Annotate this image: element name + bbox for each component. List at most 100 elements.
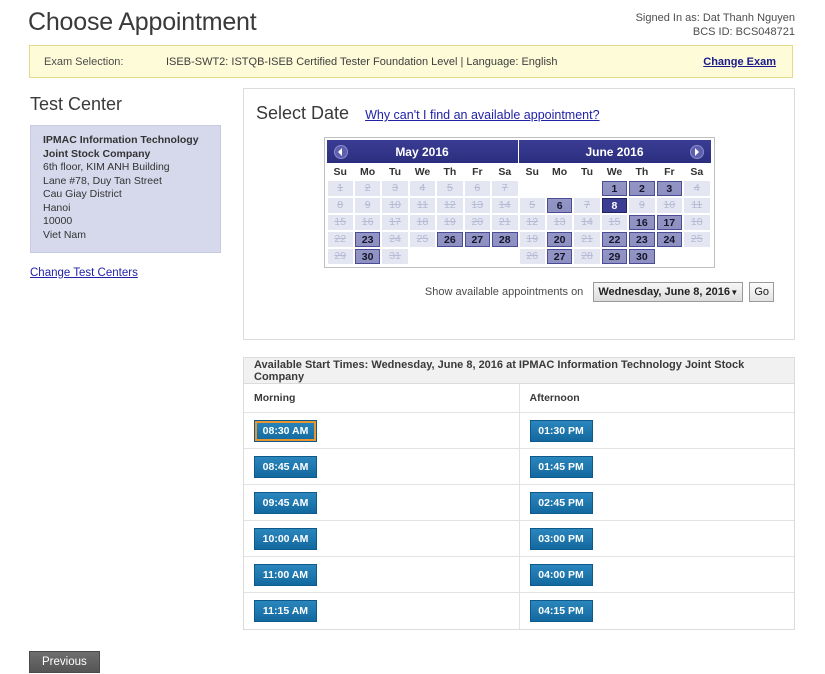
- weekday-we: We: [414, 165, 431, 178]
- calendar-day: 17: [382, 215, 408, 230]
- calendar-cell: 6: [464, 180, 491, 197]
- calendar-cell: [436, 248, 463, 265]
- calendar-cell: 2: [628, 180, 655, 197]
- calendar-day: 1: [327, 181, 353, 196]
- calendar-day[interactable]: 23: [354, 232, 381, 247]
- calendar-day[interactable]: 17: [656, 215, 683, 230]
- calendar-cell: [656, 248, 683, 265]
- weekday-tu: Tu: [581, 165, 594, 178]
- calendar-day[interactable]: 30: [629, 249, 655, 264]
- chevron-down-icon: ▼: [730, 287, 739, 297]
- page-title: Choose Appointment: [28, 8, 257, 36]
- calendar-day-selected[interactable]: 8: [601, 198, 628, 213]
- calendar-cell: 30: [354, 248, 381, 265]
- calendar-week-row: 5 6 7 8 9 10 11: [519, 197, 711, 214]
- calendar-cell: 20: [546, 231, 573, 248]
- time-slot-button[interactable]: 02:45 PM: [529, 491, 593, 514]
- calendar-cell: 17: [381, 214, 408, 231]
- available-times-table: Morning Afternoon 08:30 AM 01:30 PM 08:45 …: [244, 384, 794, 629]
- change-test-centers-link[interactable]: Change Test Centers: [30, 267, 138, 279]
- calendar-cell: 13: [464, 197, 491, 214]
- test-center-postcode: 10000: [43, 215, 73, 227]
- calendar-day-empty: [574, 181, 599, 196]
- calendar-cell: [409, 248, 436, 265]
- calendar-day: 14: [574, 215, 600, 230]
- calendar-cell: 26: [519, 248, 546, 265]
- calendar-day[interactable]: 22: [601, 232, 628, 247]
- time-slot-button[interactable]: 04:15 PM: [529, 599, 593, 622]
- calendar-day[interactable]: 1: [601, 181, 628, 196]
- calendar-day: 9: [354, 198, 381, 213]
- chevron-right-icon[interactable]: [689, 144, 704, 159]
- calendar-day[interactable]: 27: [546, 249, 573, 264]
- show-appointments-label: Show available appointments on: [424, 286, 584, 298]
- calendar-day[interactable]: 23: [629, 232, 655, 247]
- calendar-day[interactable]: 29: [601, 249, 628, 264]
- calendar-day[interactable]: 16: [629, 215, 655, 230]
- time-slot-button[interactable]: 01:30 PM: [529, 419, 593, 442]
- calendar-cell: 1: [327, 180, 354, 197]
- time-slot-button[interactable]: 01:45 PM: [529, 455, 593, 478]
- time-slot-button[interactable]: 04:00 PM: [529, 563, 593, 586]
- time-slot-button[interactable]: 11:00 AM: [254, 563, 317, 586]
- previous-button[interactable]: Previous: [29, 651, 100, 673]
- calendar-cell: 5: [519, 197, 546, 214]
- calendar-day[interactable]: 20: [546, 232, 573, 247]
- calendar-day[interactable]: 27: [464, 232, 491, 247]
- calendar-day: 4: [684, 181, 710, 196]
- calendar-day[interactable]: 24: [656, 232, 683, 247]
- calendar-cell: [546, 180, 573, 197]
- appointment-date-value: Wednesday, June 8, 2016: [598, 286, 730, 298]
- calendar-cell: 15: [601, 214, 628, 231]
- time-slot-button[interactable]: 03:00 PM: [529, 527, 593, 550]
- calendar-cell: 3: [656, 180, 683, 197]
- change-exam-link[interactable]: Change Exam: [703, 56, 776, 68]
- calendar-cell: 29: [601, 248, 628, 265]
- calendar-day: 10: [382, 198, 408, 213]
- calendar-day[interactable]: 30: [354, 249, 381, 264]
- calendar-cell: 17: [656, 214, 683, 231]
- calendar-day[interactable]: 3: [656, 181, 683, 196]
- appointment-date-select[interactable]: Wednesday, June 8, 2016 ▼: [593, 282, 744, 302]
- calendar-cell: 24: [381, 231, 408, 248]
- exam-selection-label: Exam Selection:: [44, 55, 124, 68]
- calendar-day-empty: [492, 249, 517, 264]
- why-no-appointment-link[interactable]: Why can't I find an available appointmen…: [365, 108, 599, 122]
- weekday-fr: Fr: [472, 165, 483, 178]
- go-button[interactable]: Go: [749, 282, 774, 302]
- calendar-cell: [519, 180, 546, 197]
- table-row: 09:45 AM 02:45 PM: [244, 484, 794, 521]
- calendar-day: 21: [492, 215, 518, 230]
- calendar-day[interactable]: 26: [437, 232, 463, 247]
- calendar-day[interactable]: 28: [492, 232, 518, 247]
- calendar-header-may: May 2016: [326, 140, 518, 163]
- calendar-week-row: 12 13 14 15 16 17 18: [519, 214, 711, 231]
- weekday-mo: Mo: [552, 165, 568, 178]
- test-center-city: Hanoi: [43, 201, 71, 214]
- test-center-panel: Test Center IPMAC Information Technology…: [30, 94, 226, 281]
- calendar-day: 3: [382, 181, 408, 196]
- calendar-day[interactable]: 6: [546, 198, 573, 213]
- time-slot-button[interactable]: 10:00 AM: [254, 527, 317, 550]
- calendar-cell: 21: [491, 214, 518, 231]
- calendar-week-row: 22 23 24 25 26 27 28: [327, 231, 519, 248]
- calendar-day: 5: [519, 198, 545, 213]
- time-slot-button[interactable]: 09:45 AM: [254, 491, 317, 514]
- calendar-cell: 29: [327, 248, 354, 265]
- time-slot-button[interactable]: 11:15 AM: [254, 599, 317, 622]
- calendar-cell: 9: [628, 197, 655, 214]
- calendar: May 2016 Su Mo Tu We Th Fr Sa 1 2 3 4 5 …: [323, 137, 715, 268]
- select-date-header: Select Date Why can't I find an availabl…: [244, 89, 794, 124]
- time-slot-button[interactable]: 08:30 AM: [254, 419, 317, 442]
- exam-selection-value: ISEB-SWT2: ISTQB-ISEB Certified Tester F…: [166, 55, 558, 68]
- column-header-afternoon: Afternoon: [519, 384, 794, 413]
- calendar-cell: 13: [546, 214, 573, 231]
- calendar-cell: 27: [464, 231, 491, 248]
- time-slot-button[interactable]: 08:45 AM: [254, 455, 317, 478]
- chevron-left-icon[interactable]: [333, 144, 348, 159]
- calendar-day: 18: [409, 215, 436, 230]
- calendar-cell: 28: [491, 231, 518, 248]
- calendar-cell: 2: [354, 180, 381, 197]
- calendar-day[interactable]: 2: [629, 181, 655, 196]
- calendar-day: 5: [437, 181, 463, 196]
